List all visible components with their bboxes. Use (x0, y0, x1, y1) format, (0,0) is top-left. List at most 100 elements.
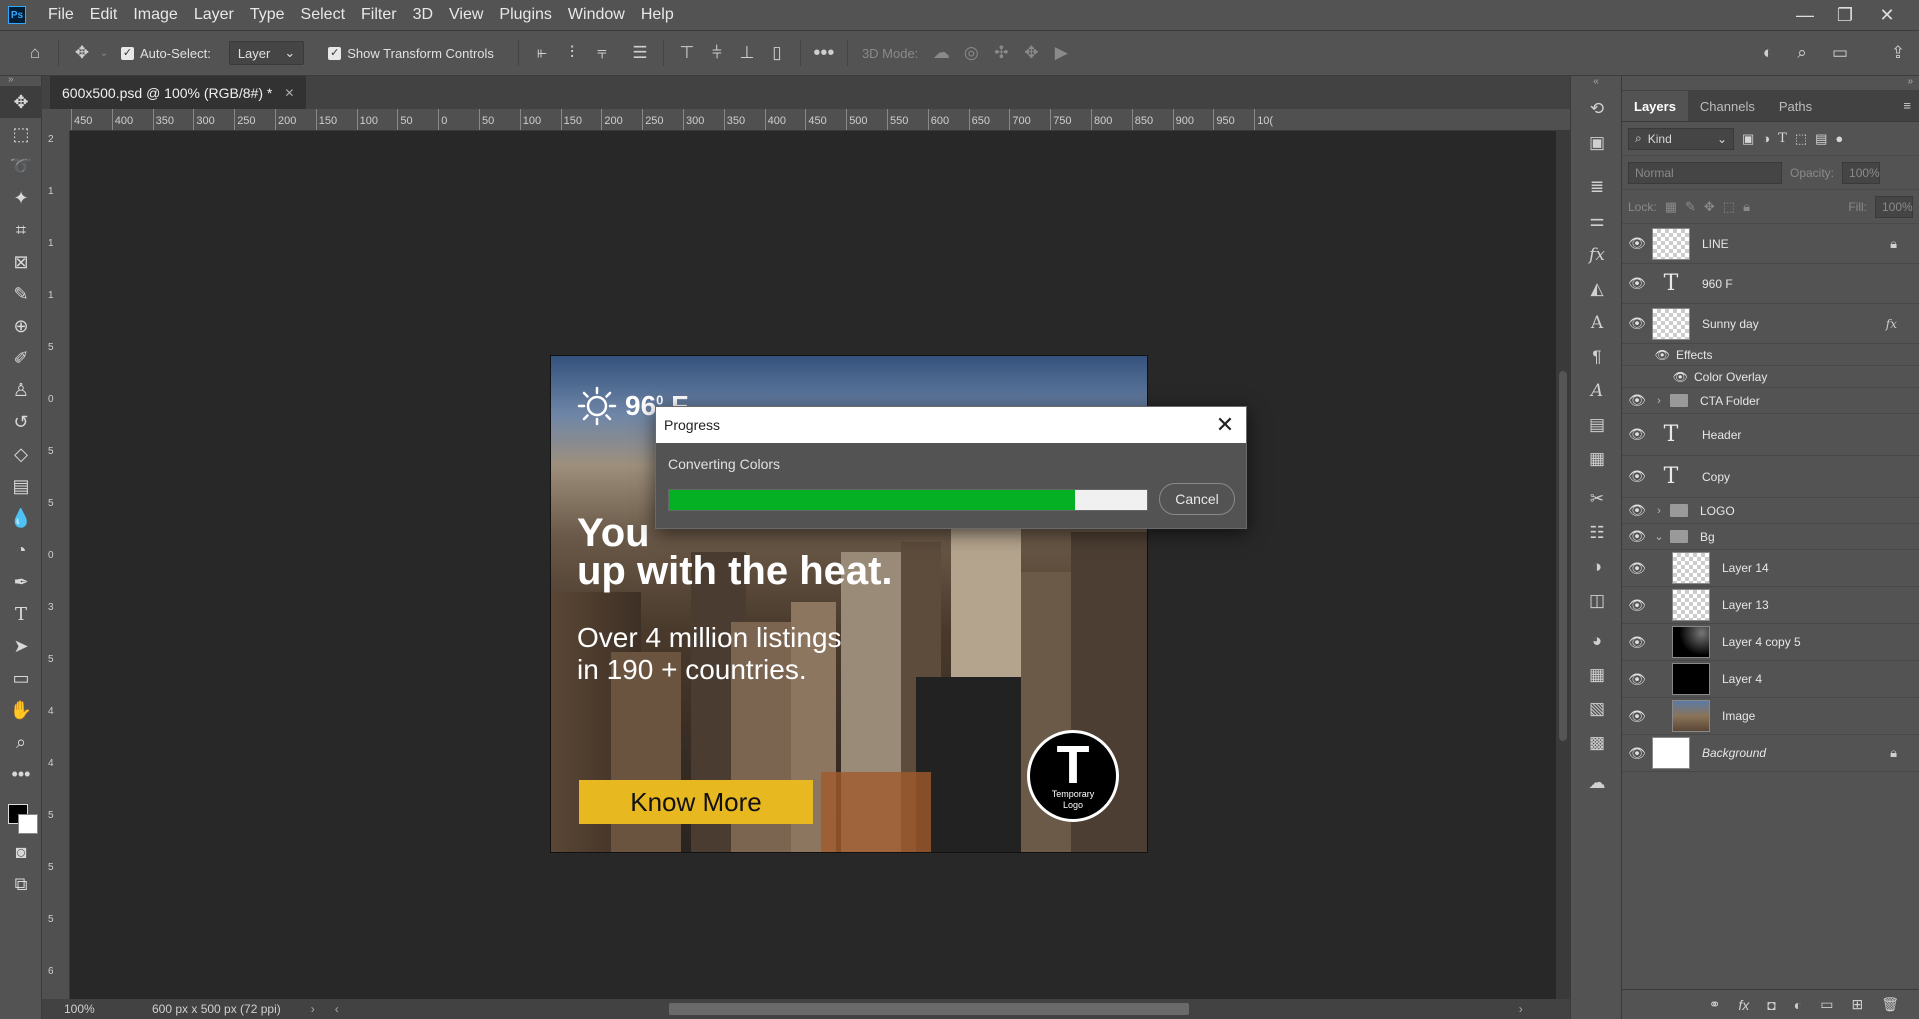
layer-row[interactable]: 👁︎ › LOGO (1622, 498, 1919, 524)
visibility-eye-icon[interactable]: 👁︎ (1622, 502, 1652, 519)
layer-row[interactable]: 👁︎ Layer 13 (1622, 587, 1919, 624)
scroll-right-icon[interactable]: › (1519, 1002, 1523, 1016)
visibility-eye-icon[interactable]: 👁︎ (1622, 275, 1652, 292)
fx-icon[interactable]: fx (1571, 238, 1623, 272)
roll-3d-icon[interactable]: ◎ (956, 38, 986, 68)
horizontal-ruler[interactable]: 450 400 350 300 250 200 150 100 50 0 50 100 150 200 25… (70, 109, 1570, 131)
layer-row[interactable]: 👁︎ Color Overlay (1622, 366, 1919, 388)
layer-row[interactable]: 👁︎ Image (1622, 698, 1919, 735)
spot-healing-icon[interactable]: ⊕ (0, 310, 42, 342)
chevron-right-icon[interactable]: › (311, 1002, 315, 1016)
filter-shape-icon[interactable]: ⬚ (1795, 131, 1807, 147)
marquee-tool-icon[interactable]: ⬚ (0, 118, 42, 150)
pen-tool-icon[interactable]: ✒ (0, 566, 42, 598)
lock-image-icon[interactable]: ✎ (1685, 199, 1696, 215)
horizontal-scrollbar[interactable] (668, 1003, 1189, 1015)
move-tool-icon[interactable]: ✥ (67, 38, 97, 68)
new-group-icon[interactable]: ▭ (1820, 996, 1833, 1013)
layer-row[interactable]: 👁︎ Layer 4 copy 5 (1622, 624, 1919, 661)
quick-mask-icon[interactable]: ◙ (0, 836, 42, 868)
document-info[interactable]: 600 px x 500 px (72 ppi) (152, 1002, 281, 1016)
layer-row[interactable]: 👁︎ Background 🔒︎ (1622, 735, 1919, 772)
home-icon[interactable]: ⌂ (20, 38, 50, 68)
visibility-eye-icon[interactable]: 👁︎ (1622, 708, 1652, 725)
distribute-vertical-icon[interactable]: ▯ (762, 38, 792, 68)
layer-row[interactable]: 👁︎ T 960 F (1622, 264, 1919, 304)
layer-row[interactable]: 👁︎ Layer 4 (1622, 661, 1919, 698)
menu-image[interactable]: Image (125, 0, 185, 30)
gradient-tool-icon[interactable]: ▤ (0, 470, 42, 502)
workspace-icon[interactable]: ▭ (1825, 38, 1855, 68)
fx-icon[interactable]: fx (1886, 317, 1897, 331)
character-icon[interactable]: A (1571, 306, 1623, 340)
opacity-input[interactable]: 100% (1842, 161, 1881, 184)
align-top-icon[interactable]: ⊤ (672, 38, 702, 68)
background-color[interactable] (18, 814, 38, 834)
camera-3d-icon[interactable]: ▶ (1046, 38, 1076, 68)
tab-paths[interactable]: Paths (1767, 91, 1824, 121)
visibility-eye-icon[interactable]: 👁︎ (1622, 671, 1652, 688)
ruler-origin[interactable] (42, 109, 70, 131)
panel-menu-icon[interactable]: ≡ (1895, 98, 1919, 121)
history-brush-icon[interactable]: ↺ (0, 406, 42, 438)
chevron-down-icon[interactable]: ⌄ (97, 38, 111, 68)
align-left-icon[interactable]: ⫦ (527, 38, 557, 68)
close-window-icon[interactable]: ✕ (1867, 0, 1907, 30)
menu-select[interactable]: Select (293, 0, 353, 30)
color-icon[interactable]: ◕ (1571, 624, 1623, 658)
visibility-eye-icon[interactable]: 👁︎ (1622, 235, 1652, 252)
menu-layer[interactable]: Layer (186, 0, 242, 30)
fx-icon[interactable]: fx (1738, 997, 1749, 1013)
cancel-button[interactable]: Cancel (1159, 483, 1235, 515)
vertical-ruler[interactable]: 2 1 1 1 5 0 5 5 0 3 5 4 4 5 5 5 6 (42, 131, 70, 999)
history-icon[interactable]: ⟲ (1571, 92, 1623, 126)
tab-channels[interactable]: Channels (1688, 91, 1767, 121)
filter-adjustment-icon[interactable]: ◑ (1762, 131, 1770, 146)
menu-help[interactable]: Help (633, 0, 682, 30)
trash-icon[interactable]: 🗑︎ (1881, 996, 1899, 1013)
visibility-eye-icon[interactable]: 👁︎ (1622, 560, 1652, 577)
search-icon[interactable]: ⌕ (1787, 38, 1817, 68)
lock-position-icon[interactable]: ✥ (1704, 199, 1715, 215)
scroll-left-icon[interactable]: ‹ (335, 1002, 339, 1016)
document-tab[interactable]: 600x500.psd @ 100% (RGB/8#) * ✕ (50, 76, 307, 109)
swatches-icon[interactable]: ▦ (1571, 658, 1623, 692)
visibility-eye-icon[interactable]: 👁︎ (1622, 370, 1688, 384)
menu-3d[interactable]: 3D (405, 0, 441, 30)
visibility-eye-icon[interactable]: 👁︎ (1622, 528, 1652, 545)
path-select-icon[interactable]: ➤ (0, 630, 42, 662)
lasso-tool-icon[interactable]: ➰ (0, 150, 42, 182)
visibility-eye-icon[interactable]: 👁︎ (1622, 634, 1652, 651)
stamp-tool-icon[interactable]: ♙ (0, 374, 42, 406)
navigator-icon[interactable]: ◫ (1571, 584, 1623, 618)
crop-tool-icon[interactable]: ⌗ (0, 214, 42, 246)
notes-icon[interactable]: ▦ (1571, 442, 1623, 476)
menu-view[interactable]: View (441, 0, 491, 30)
close-tab-icon[interactable]: ✕ (284, 86, 294, 100)
brush-tool-icon[interactable]: ✐ (0, 342, 42, 374)
visibility-eye-icon[interactable]: 👁︎ (1622, 597, 1652, 614)
menu-edit[interactable]: Edit (82, 0, 126, 30)
properties-icon[interactable]: ☷ (1571, 516, 1623, 550)
brush-settings-icon[interactable]: ≣ (1571, 170, 1623, 204)
visibility-eye-icon[interactable]: 👁︎ (1622, 745, 1652, 762)
share-icon[interactable]: ⇪ (1883, 38, 1913, 68)
lock-all-icon[interactable]: 🔒︎ (1743, 199, 1750, 215)
layer-row[interactable]: 👁︎ LINE 🔒︎ (1622, 224, 1919, 264)
adjustment-layer-icon[interactable]: ◐ (1794, 997, 1802, 1013)
layer-row[interactable]: 👁︎ T Copy (1622, 456, 1919, 498)
restore-icon[interactable]: ❐ (1825, 0, 1865, 30)
blur-tool-icon[interactable]: 💧 (0, 502, 42, 534)
move-tool-icon[interactable]: ✥ (0, 86, 42, 118)
chevron-down-icon[interactable]: ⌄ (1652, 530, 1666, 543)
align-right-icon[interactable]: ⫧ (587, 38, 617, 68)
menu-filter[interactable]: Filter (353, 0, 405, 30)
new-layer-icon[interactable]: ⊞ (1851, 996, 1863, 1013)
align-center-icon[interactable]: ⫶ (557, 38, 587, 68)
adjust-sliders-icon[interactable]: ⚌ (1571, 204, 1623, 238)
dodge-tool-icon[interactable]: ◔ (0, 534, 42, 566)
menu-file[interactable]: File (40, 0, 82, 30)
visibility-eye-icon[interactable]: 👁︎ (1622, 426, 1652, 443)
shape-icon[interactable]: ◭ (1571, 272, 1623, 306)
visibility-eye-icon[interactable]: 👁︎ (1622, 468, 1652, 485)
